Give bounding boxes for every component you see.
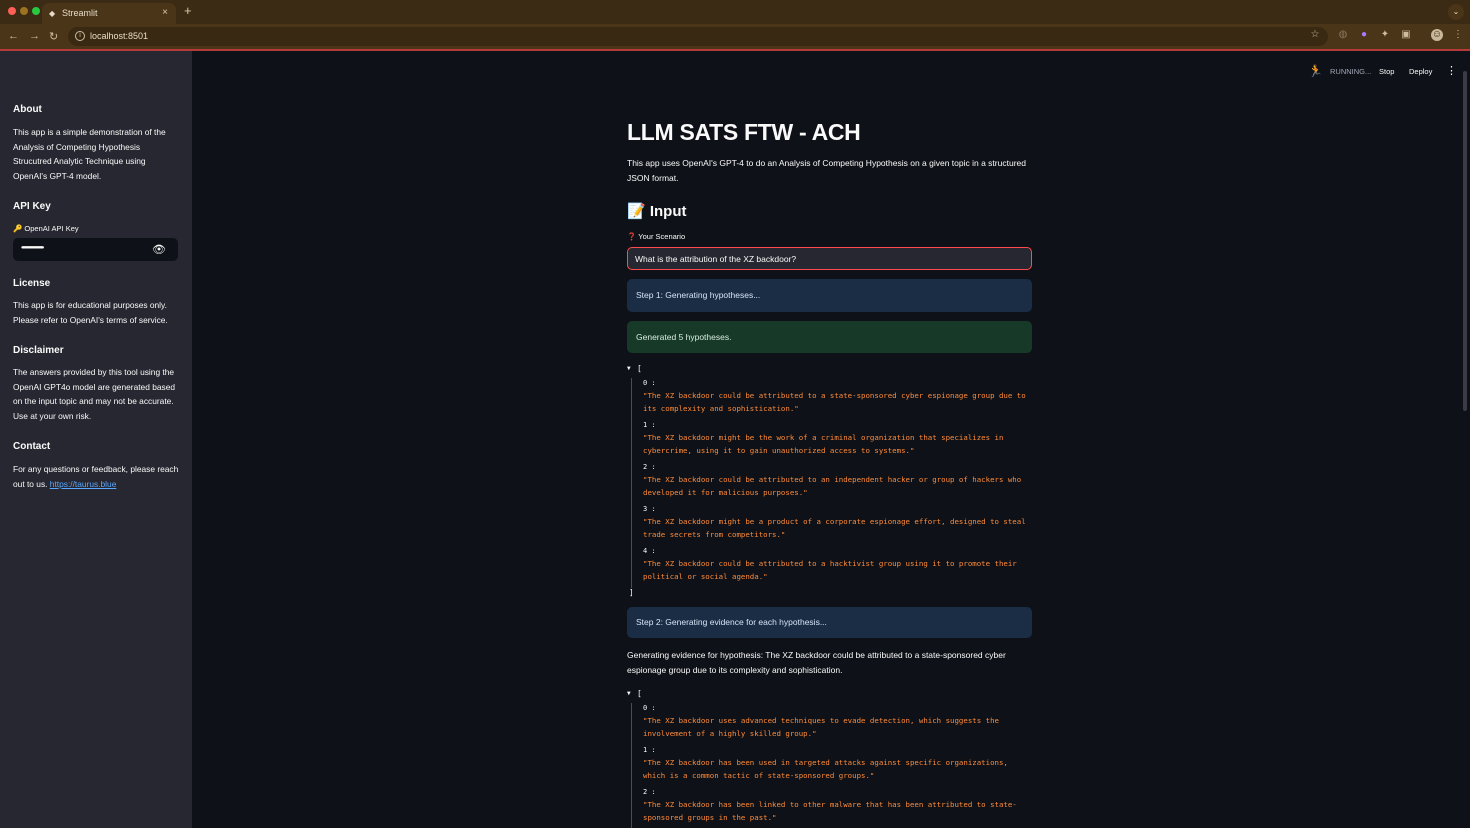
- main-menu-icon[interactable]: ⋮: [1446, 64, 1457, 77]
- collapse-toggle-icon[interactable]: ▼: [627, 690, 631, 697]
- license-text: This app is for educational purposes onl…: [13, 300, 168, 325]
- scenario-label: ❓ Your Scenario: [627, 232, 686, 241]
- json-index: 2 :: [643, 788, 656, 796]
- json-index: 2 :: [643, 463, 656, 471]
- forward-icon[interactable]: →: [29, 30, 40, 42]
- contact-text: For any questions or feedback, please re…: [13, 462, 181, 491]
- contact-heading: Contact: [13, 441, 51, 452]
- api-key-input[interactable]: ••••••••••••••••••••••••••••••••••••••••…: [13, 238, 178, 261]
- evidence-item: "The XZ backdoor has been used in target…: [643, 758, 1008, 780]
- json-open-bracket: [: [637, 689, 642, 698]
- api-key-heading: API Key: [13, 201, 51, 212]
- intro-text: This app uses OpenAI's GPT-4 to do an An…: [627, 158, 1026, 183]
- extension-icon[interactable]: ◍: [1337, 29, 1349, 41]
- browser-menu-icon[interactable]: ⋮: [1452, 29, 1464, 41]
- evidence-json: ▼ [ 0 : "The XZ backdoor uses advanced t…: [627, 687, 1032, 828]
- sidebar: About This app is a simple demonstration…: [0, 51, 192, 828]
- close-window-button[interactable]: [8, 7, 16, 15]
- json-indent-line: [631, 703, 632, 828]
- hypotheses-json: ▼ [ 0 : "The XZ backdoor could be attrib…: [627, 362, 1032, 602]
- about-text: This app is a simple demonstration of th…: [13, 127, 166, 181]
- running-man-icon: 🏃: [1308, 64, 1323, 78]
- main-content: 🏃 RUNNING... Stop Deploy ⋮ LLM SATS FTW …: [192, 51, 1470, 828]
- new-tab-icon[interactable]: +: [184, 3, 192, 18]
- show-password-eye-icon[interactable]: 👁: [152, 243, 166, 256]
- input-heading: 📝 Input: [627, 203, 687, 220]
- json-index: 1 :: [643, 421, 656, 429]
- about-heading: About: [13, 104, 42, 115]
- json-index: 0 :: [643, 704, 656, 712]
- step1-alert: Step 1: Generating hypotheses...: [627, 279, 1032, 312]
- maximize-window-button[interactable]: [32, 7, 40, 15]
- api-key-label: 🔑 OpenAI API Key: [13, 224, 79, 233]
- step2-alert: Step 2: Generating evidence for each hyp…: [627, 607, 1032, 638]
- disclaimer-heading: Disclaimer: [13, 345, 64, 356]
- json-index: 4 :: [643, 547, 656, 555]
- close-tab-icon[interactable]: ×: [162, 7, 168, 18]
- scrollbar[interactable]: [1463, 71, 1467, 411]
- json-open-bracket: [: [637, 364, 642, 373]
- streamlit-favicon-icon: ◆: [49, 9, 56, 18]
- hypothesis-item: "The XZ backdoor might be the work of a …: [643, 433, 1004, 455]
- browser-tab[interactable]: ◆ Streamlit ×: [42, 3, 176, 24]
- api-key-value: ••••••••••••••••••••••••••••••••••••••••…: [21, 243, 44, 252]
- reload-icon[interactable]: ↻: [49, 30, 58, 43]
- hypothesis-item: "The XZ backdoor might be a product of a…: [643, 517, 1026, 539]
- site-info-icon[interactable]: i: [75, 31, 85, 41]
- address-bar[interactable]: i localhost:8501: [68, 27, 1328, 46]
- browser-tab-strip: ◆ Streamlit × + ⌄: [0, 0, 1470, 24]
- profile-avatar-icon[interactable]: ☺: [1431, 29, 1443, 41]
- minimize-window-button[interactable]: [20, 7, 28, 15]
- json-close-bracket: ]: [629, 588, 634, 597]
- url-text: localhost:8501: [90, 31, 149, 41]
- extensions-puzzle-icon[interactable]: ▣: [1400, 29, 1412, 41]
- stop-button[interactable]: Stop: [1379, 67, 1394, 76]
- json-indent-line: [631, 378, 632, 588]
- license-heading: License: [13, 278, 51, 289]
- collapse-toggle-icon[interactable]: ▼: [627, 365, 631, 372]
- json-index: 3 :: [643, 505, 656, 513]
- hypothesis-item: "The XZ backdoor could be attributed to …: [643, 391, 1026, 413]
- tab-search-icon[interactable]: ⌄: [1448, 4, 1464, 20]
- contact-link[interactable]: https://taurus.blue: [50, 479, 117, 489]
- running-status: RUNNING...: [1330, 67, 1372, 76]
- disclaimer-text: The answers provided by this tool using …: [13, 367, 176, 421]
- generated-alert: Generated 5 hypotheses.: [627, 321, 1032, 353]
- page-title: LLM SATS FTW - ACH: [627, 119, 861, 145]
- evidence-item: "The XZ backdoor uses advanced technique…: [643, 716, 999, 738]
- json-index: 1 :: [643, 746, 656, 754]
- deploy-button[interactable]: Deploy: [1409, 67, 1432, 76]
- json-index: 0 :: [643, 379, 656, 387]
- evidence-intro-text: Generating evidence for hypothesis: The …: [627, 650, 1006, 675]
- tab-title: Streamlit: [62, 8, 98, 18]
- evidence-item: "The XZ backdoor has been linked to othe…: [643, 800, 1017, 822]
- scenario-input[interactable]: What is the attribution of the XZ backdo…: [627, 247, 1032, 270]
- hypothesis-item: "The XZ backdoor could be attributed to …: [643, 475, 1022, 497]
- browser-toolbar: ← → ↻ i localhost:8501 ☆ ◍ ● ✦ ▣ ☺ ⋮: [0, 24, 1470, 49]
- extension-icon[interactable]: ✦: [1379, 29, 1391, 41]
- bookmark-star-icon[interactable]: ☆: [1309, 29, 1321, 41]
- back-icon[interactable]: ←: [8, 30, 19, 42]
- hypothesis-item: "The XZ backdoor could be attributed to …: [643, 559, 1017, 581]
- extension-icon[interactable]: ●: [1358, 29, 1370, 41]
